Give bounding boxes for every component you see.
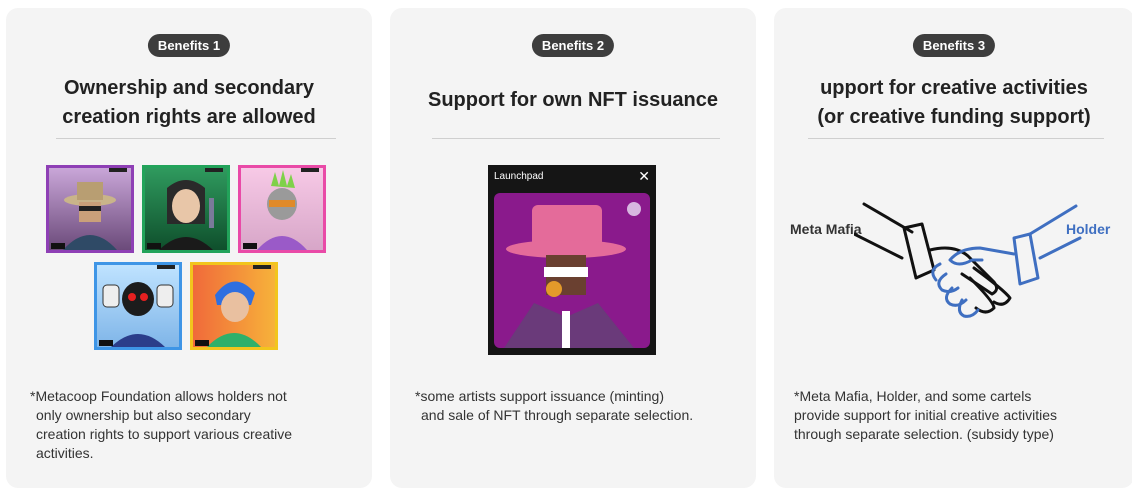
benefit-card-3: Benefits 3 upport for creative activitie… — [774, 8, 1132, 488]
benefit-note: *some artists support issuance (minting)… — [415, 387, 693, 425]
note-line: provide support for initial creative act… — [794, 407, 1058, 423]
title-line: Support for own NFT issuance — [427, 89, 718, 111]
nft-character-icon — [102, 282, 174, 347]
meta-mafia-label: Meta Mafia — [790, 221, 862, 237]
nft-image — [94, 262, 182, 350]
launchpad-title: Launchpad — [494, 171, 544, 182]
nft-character-icon — [159, 180, 214, 250]
title-line: upport for creative activities — [820, 77, 1088, 99]
nft-character-icon — [257, 170, 307, 250]
handshake-icon — [854, 202, 1082, 318]
note-line: *some artists support issuance (minting) — [415, 388, 664, 404]
nft-image — [190, 262, 278, 350]
note-line: *Meta Mafia, Holder, and some cartels — [794, 388, 1032, 404]
benefit-note: *Meta Mafia, Holder, and some cartels pr… — [794, 387, 1057, 444]
note-line: and sale of NFT through separate selecti… — [421, 407, 694, 423]
benefit-badge: Benefits 2 — [531, 34, 615, 57]
divider — [808, 138, 1104, 139]
benefit-badge: Benefits 3 — [912, 34, 996, 57]
nft-artwork — [494, 193, 650, 348]
note-line: through separate selection. (subsidy typ… — [794, 426, 1054, 442]
note-line: activities. — [36, 445, 94, 461]
title-line: (or creative funding support) — [817, 106, 1091, 128]
nft-image — [46, 165, 134, 253]
note-line: creation rights to support various creat… — [36, 426, 293, 442]
note-line: only ownership but also secondary — [36, 407, 251, 423]
note-line: *Metacoop Foundation allows holders not — [30, 388, 287, 404]
close-icon: ✕ — [638, 168, 650, 184]
divider — [56, 138, 336, 139]
mafia-character-icon — [504, 202, 641, 348]
nft-character-icon — [63, 182, 117, 250]
benefit-card-1: Benefits 1 Ownership and secondary creat… — [6, 8, 372, 488]
benefit-title: upport for creative activities (or creat… — [774, 74, 1132, 132]
launchpad-screenshot: Launchpad ✕ — [488, 165, 656, 355]
nft-character-icon — [207, 281, 261, 347]
nft-image — [142, 165, 230, 253]
title-line: creation rights are allowed — [62, 106, 316, 128]
title-line: Ownership and secondary — [63, 77, 315, 99]
benefit-card-2: Benefits 2 Support for own NFT issuance … — [390, 8, 756, 488]
benefit-note: *Metacoop Foundation allows holders not … — [30, 387, 292, 463]
nft-image — [238, 165, 326, 253]
benefit-badge: Benefits 1 — [147, 34, 231, 57]
divider — [432, 138, 720, 139]
benefit-title: Ownership and secondary creation rights … — [6, 74, 372, 132]
benefit-title: Support for own NFT issuance — [390, 86, 756, 115]
